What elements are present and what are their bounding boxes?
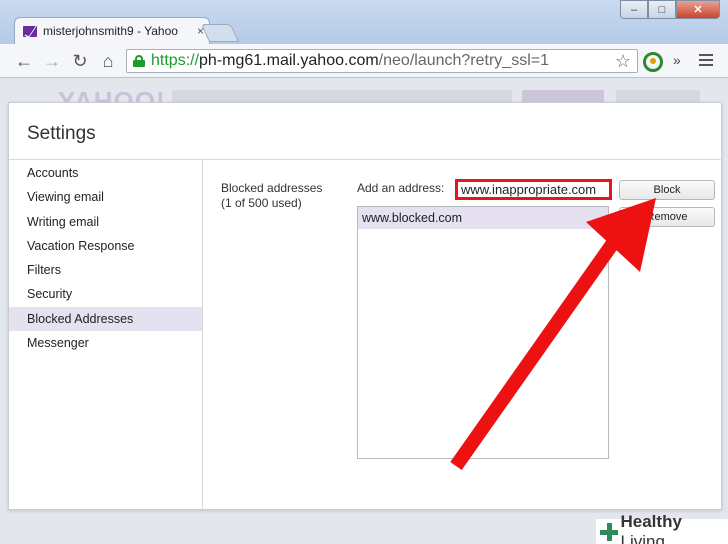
cross-logo-icon	[600, 522, 618, 541]
annotation-arrow-icon	[450, 198, 656, 471]
watermark-bold: Healthy	[620, 511, 682, 531]
watermark-light: Living	[620, 531, 665, 544]
healthy-living-watermark: Healthy Living	[596, 512, 728, 544]
